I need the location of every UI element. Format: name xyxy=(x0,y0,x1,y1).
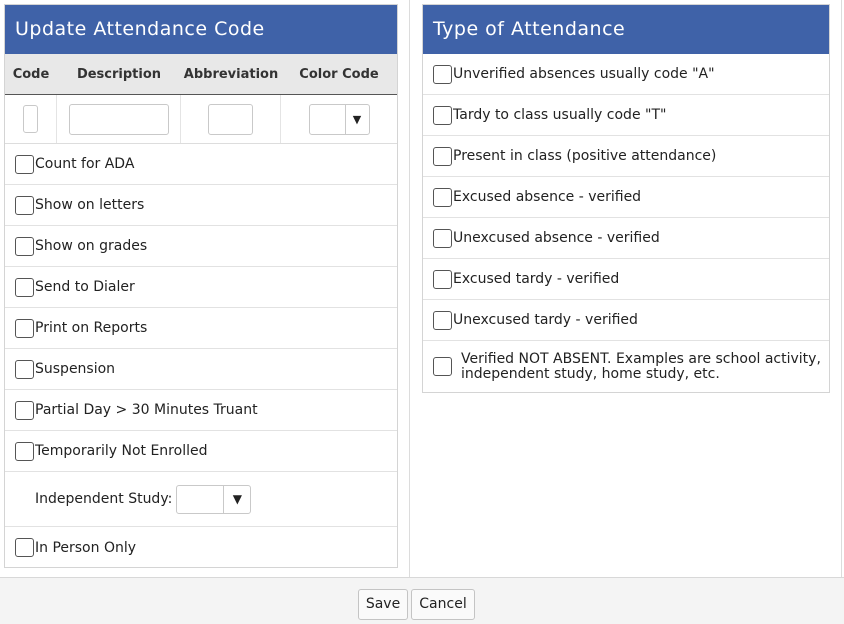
in-person-only-checkbox[interactable] xyxy=(15,538,34,557)
verified-not-absent-label: Verified NOT ABSENT. Examples are school… xyxy=(461,350,821,382)
excused-tardy-label: Excused tardy - verified xyxy=(453,271,620,287)
color-code-select[interactable]: ▼ xyxy=(308,103,370,135)
print-on-reports-label: Print on Reports xyxy=(35,320,148,336)
chevron-down-icon: ▼ xyxy=(232,492,242,506)
attendance-option-row[interactable]: Verified NOT ABSENT. Examples are school… xyxy=(423,341,829,392)
count-for-ada-checkbox[interactable] xyxy=(15,154,34,174)
print-on-reports-checkbox[interactable] xyxy=(15,318,34,338)
send-to-dialer-row[interactable]: Send to Dialer xyxy=(5,267,397,308)
attendance-option-row[interactable]: Unexcused tardy - verified xyxy=(423,300,829,341)
count-for-ada-row[interactable]: Count for ADA xyxy=(5,144,397,185)
color-code-cell: ▼ xyxy=(281,95,397,143)
unexcused-tardy-label: Unexcused tardy - verified xyxy=(453,312,638,328)
dialog-footer: Save Cancel xyxy=(0,577,844,624)
suspension-label: Suspension xyxy=(35,361,116,377)
present-in-class-checkbox[interactable] xyxy=(433,146,452,166)
code-input[interactable] xyxy=(23,105,38,133)
independent-study-row: Independent Study: ▼ xyxy=(5,472,397,527)
update-attendance-code-title: Update Attendance Code xyxy=(5,5,397,54)
verified-not-absent-line-1: Verified NOT ABSENT. Examples are school… xyxy=(461,350,821,367)
temporarily-not-enrolled-checkbox[interactable] xyxy=(15,441,34,461)
attendance-option-row[interactable]: Present in class (positive attendance) xyxy=(423,136,829,177)
abbreviation-input[interactable] xyxy=(208,103,253,135)
show-on-letters-checkbox[interactable] xyxy=(15,195,34,215)
send-to-dialer-label: Send to Dialer xyxy=(35,279,135,295)
attendance-option-row[interactable]: Unexcused absence - verified xyxy=(423,218,829,259)
color-code-value xyxy=(310,104,346,134)
count-for-ada-label: Count for ADA xyxy=(35,156,135,172)
independent-study-select[interactable]: ▼ xyxy=(176,484,252,514)
excused-tardy-checkbox[interactable] xyxy=(433,269,452,289)
independent-study-value xyxy=(177,485,225,513)
show-on-grades-row[interactable]: Show on grades xyxy=(5,226,397,267)
print-on-reports-row[interactable]: Print on Reports xyxy=(5,308,397,349)
attendance-option-row[interactable]: Tardy to class usually code "T" xyxy=(423,95,829,136)
temporarily-not-enrolled-row[interactable]: Temporarily Not Enrolled xyxy=(5,431,397,472)
chevron-down-icon: ▼ xyxy=(352,112,362,126)
unverified-absences-label: Unverified absences usually code "A" xyxy=(453,66,715,82)
partial-day-truant-checkbox[interactable] xyxy=(15,400,34,420)
partial-day-truant-label: Partial Day > 30 Minutes Truant xyxy=(35,402,258,418)
tardy-to-class-label: Tardy to class usually code "T" xyxy=(453,107,667,123)
excused-absence-label: Excused absence - verified xyxy=(453,189,642,205)
in-person-only-row[interactable]: In Person Only xyxy=(5,527,397,568)
description-input[interactable] xyxy=(68,103,169,135)
cancel-button[interactable]: Cancel xyxy=(411,589,475,620)
attendance-option-row[interactable]: Unverified absences usually code "A" xyxy=(423,54,829,95)
column-header-abbreviation: Abbreviation xyxy=(183,66,279,82)
column-header-code: Code xyxy=(12,66,50,82)
suspension-row[interactable]: Suspension xyxy=(5,349,397,390)
attendance-option-row[interactable]: Excused tardy - verified xyxy=(423,259,829,300)
code-input-row: ▼ xyxy=(5,95,397,144)
tardy-to-class-checkbox[interactable] xyxy=(433,105,452,125)
column-header-description: Description xyxy=(76,66,162,82)
update-attendance-code-panel: Update Attendance Code Code Description … xyxy=(4,4,398,568)
present-in-class-label: Present in class (positive attendance) xyxy=(453,148,717,164)
type-of-attendance-title: Type of Attendance xyxy=(423,5,829,54)
show-on-grades-checkbox[interactable] xyxy=(15,236,34,256)
description-cell xyxy=(57,95,181,143)
unverified-absences-checkbox[interactable] xyxy=(433,64,452,84)
abbreviation-cell xyxy=(181,95,281,143)
unexcused-absence-label: Unexcused absence - verified xyxy=(453,230,660,246)
code-cell xyxy=(5,95,57,143)
send-to-dialer-checkbox[interactable] xyxy=(15,277,34,297)
verified-not-absent-checkbox[interactable] xyxy=(433,357,452,376)
save-button[interactable]: Save xyxy=(358,589,408,620)
partial-day-truant-row[interactable]: Partial Day > 30 Minutes Truant xyxy=(5,390,397,431)
independent-study-label: Independent Study: xyxy=(35,491,173,507)
type-of-attendance-panel: Type of Attendance Unverified absences u… xyxy=(422,4,830,393)
show-on-grades-label: Show on grades xyxy=(35,238,148,254)
verified-not-absent-line-2: independent study, home study, etc. xyxy=(461,365,720,382)
in-person-only-label: In Person Only xyxy=(35,539,137,556)
unexcused-absence-checkbox[interactable] xyxy=(433,228,452,248)
show-on-letters-row[interactable]: Show on letters xyxy=(5,185,397,226)
column-header-row: Code Description Abbreviation Color Code xyxy=(5,54,397,95)
suspension-checkbox[interactable] xyxy=(15,359,34,379)
excused-absence-checkbox[interactable] xyxy=(433,187,452,207)
unexcused-tardy-checkbox[interactable] xyxy=(433,310,452,330)
column-header-color-code: Color Code xyxy=(299,66,379,82)
show-on-letters-label: Show on letters xyxy=(35,197,145,213)
attendance-option-row[interactable]: Excused absence - verified xyxy=(423,177,829,218)
temporarily-not-enrolled-label: Temporarily Not Enrolled xyxy=(35,443,208,459)
type-of-attendance-container: Type of Attendance Unverified absences u… xyxy=(409,0,842,577)
